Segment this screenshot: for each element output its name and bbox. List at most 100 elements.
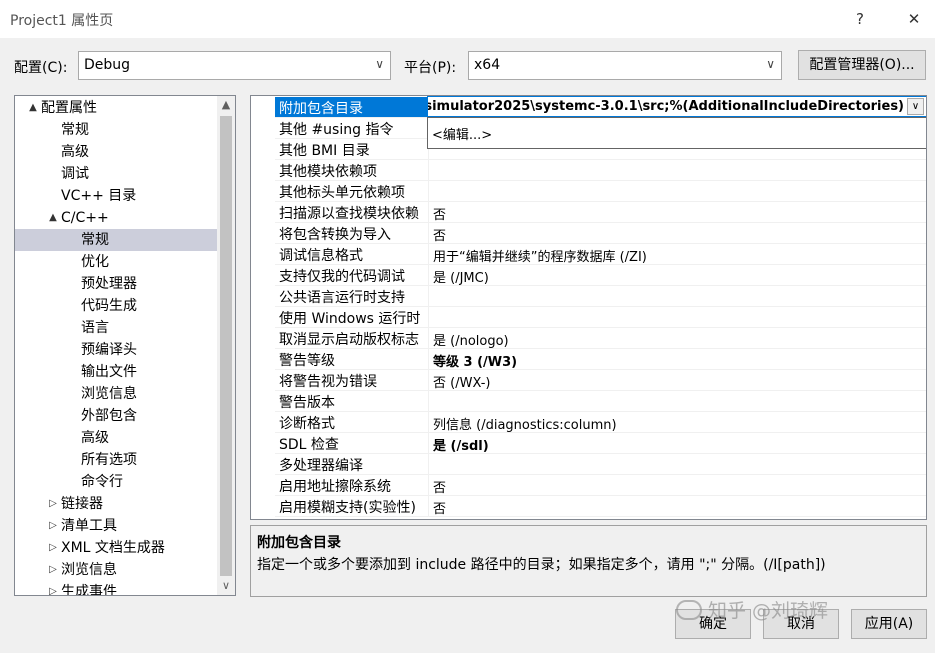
column-divider	[428, 496, 429, 517]
tree-item[interactable]: ▷ 清单工具	[15, 515, 217, 537]
property-row[interactable]: 警告等级 等级 3 (/W3)	[275, 349, 926, 370]
property-grid[interactable]: 附加包含目录 其他 #using 指令 其他 BMI 目录 其他模块依赖项 其他标头单元…	[250, 95, 927, 520]
tree-item[interactable]: ▷ XML 文档生成器	[15, 537, 217, 559]
include-dirs-edit[interactable]: )Csimulator2025\systemc-3.0.1\src;%(Addi…	[427, 96, 926, 117]
config-value: Debug	[84, 57, 131, 73]
tree-item[interactable]: 所有选项	[15, 449, 217, 471]
expand-arrow-icon[interactable]: ▷	[47, 581, 59, 595]
property-row[interactable]: 其他标头单元依赖项	[275, 181, 926, 202]
expand-arrow-icon[interactable]: ▷	[47, 537, 59, 559]
tree-item-label: 预处理器	[81, 276, 137, 292]
tree-item[interactable]: 优化	[15, 251, 217, 273]
scroll-thumb[interactable]	[220, 116, 232, 576]
tree-item[interactable]: 调试	[15, 163, 217, 185]
tree-item[interactable]: 输出文件	[15, 361, 217, 383]
property-name: 启用地址擦除系统	[279, 479, 391, 495]
property-name: 多处理器编译	[279, 458, 363, 474]
tree-item[interactable]: ▷ 链接器	[15, 493, 217, 515]
property-name: 其他标头单元依赖项	[279, 185, 405, 201]
tree-item[interactable]: ▷ 浏览信息	[15, 559, 217, 581]
tree-item-label: 配置属性	[41, 100, 97, 116]
property-row[interactable]: 将警告视为错误 否 (/WX-)	[275, 370, 926, 391]
watermark: 知乎 @刘琦辉	[708, 600, 829, 622]
property-row[interactable]: 其他模块依赖项	[275, 160, 926, 181]
tree-item-label: 高级	[81, 430, 109, 446]
collapse-arrow-icon[interactable]: ▲	[47, 207, 59, 229]
property-name: 附加包含目录	[275, 97, 428, 117]
title-bar: Project1 属性页 ? ✕	[0, 0, 935, 38]
tree-item-label: 常规	[61, 122, 89, 138]
column-divider	[428, 244, 429, 265]
column-divider	[428, 349, 429, 370]
property-row[interactable]: 将包含转换为导入 否	[275, 223, 926, 244]
property-row[interactable]: 启用模糊支持(实验性) 否	[275, 496, 926, 517]
expand-arrow-icon[interactable]: ▷	[47, 515, 59, 537]
property-value: 否 (/WX-)	[433, 376, 491, 391]
property-name: 启用模糊支持(实验性)	[279, 500, 416, 516]
tree-item[interactable]: 高级	[15, 427, 217, 449]
property-row[interactable]: 取消显示启动版权标志是 (/nologo)	[275, 328, 926, 349]
config-select[interactable]: Debug ∨	[78, 51, 391, 80]
tree-item[interactable]: 代码生成	[15, 295, 217, 317]
tree-item[interactable]: 预处理器	[15, 273, 217, 295]
tree-item-label: 常规	[81, 232, 109, 248]
tree-item-label: 外部包含	[81, 408, 137, 424]
property-row[interactable]: 启用地址擦除系统 否	[275, 475, 926, 496]
chevron-down-icon[interactable]: ∨	[907, 98, 924, 115]
tree-item[interactable]: 高级	[15, 141, 217, 163]
property-row[interactable]: 诊断格式 列信息 (/diagnostics:column)	[275, 412, 926, 433]
property-value: 列信息 (/diagnostics:column)	[433, 418, 617, 433]
tree-item-label: 所有选项	[81, 452, 137, 468]
tree-item[interactable]: 预编译头	[15, 339, 217, 361]
tree-item[interactable]: 常规	[15, 229, 217, 251]
property-row[interactable]: 使用 Windows 运行时	[275, 307, 926, 328]
watermark-logo-icon	[676, 600, 702, 620]
tree-item-label: 输出文件	[81, 364, 137, 380]
tree-item-label: 代码生成	[81, 298, 137, 314]
property-name: 使用 Windows 运行时	[279, 311, 421, 327]
property-name: SDL 检查	[279, 437, 339, 453]
column-divider	[428, 223, 429, 244]
scroll-down-icon[interactable]: ∨	[217, 577, 235, 595]
config-manager-button[interactable]: 配置管理器(O)...	[798, 50, 926, 80]
tree-item[interactable]: 语言	[15, 317, 217, 339]
tree-item[interactable]: ▲ C/C++	[15, 207, 217, 229]
property-row[interactable]: 支持仅我的代码调试 是 (/JMC)	[275, 265, 926, 286]
tree-scrollbar[interactable]: ▲ ∨	[217, 96, 235, 595]
column-divider	[428, 202, 429, 223]
property-value: 用于“编辑并继续”的程序数据库 (/ZI)	[433, 250, 647, 265]
apply-button[interactable]: 应用(A)	[851, 609, 927, 639]
category-tree[interactable]: ▲ 配置属性 常规 高级 调试 VC++ 目录 ▲ C/C++ 常规 优化 预处理器 代码生成 语言 预编…	[14, 95, 236, 596]
help-icon[interactable]: ?	[848, 8, 872, 30]
close-icon[interactable]: ✕	[902, 8, 926, 30]
column-divider	[428, 160, 429, 181]
tree-item[interactable]: ▲ 配置属性	[15, 97, 217, 119]
tree-item[interactable]: 常规	[15, 119, 217, 141]
property-value: 等级 3 (/W3)	[433, 355, 518, 370]
tree-item[interactable]: ▷ 生成事件	[15, 581, 217, 595]
property-row[interactable]: 警告版本	[275, 391, 926, 412]
tree-item-label: 高级	[61, 144, 89, 160]
tree-item-label: C/C++	[61, 210, 109, 226]
collapse-arrow-icon[interactable]: ▲	[27, 97, 39, 119]
tree-item[interactable]: 浏览信息	[15, 383, 217, 405]
property-value: 否	[433, 229, 447, 244]
column-divider	[428, 391, 429, 412]
tree-item-label: 调试	[61, 166, 89, 182]
edit-option[interactable]: <编辑...>	[432, 124, 492, 143]
tree-item[interactable]: 命令行	[15, 471, 217, 493]
platform-select[interactable]: x64 ∨	[468, 51, 782, 80]
edit-dropdown: <编辑...>	[427, 117, 926, 149]
property-row[interactable]: 公共语言运行时支持	[275, 286, 926, 307]
tree-item[interactable]: VC++ 目录	[15, 185, 217, 207]
property-row[interactable]: 多处理器编译	[275, 454, 926, 475]
scroll-up-icon[interactable]: ▲	[217, 96, 235, 114]
property-row[interactable]: 调试信息格式 用于“编辑并继续”的程序数据库 (/ZI)	[275, 244, 926, 265]
column-divider	[428, 454, 429, 475]
property-name: 将警告视为错误	[279, 374, 377, 390]
expand-arrow-icon[interactable]: ▷	[47, 493, 59, 515]
property-row[interactable]: 扫描源以查找模块依赖否	[275, 202, 926, 223]
tree-item[interactable]: 外部包含	[15, 405, 217, 427]
expand-arrow-icon[interactable]: ▷	[47, 559, 59, 581]
property-row[interactable]: SDL 检查 是 (/sdl)	[275, 433, 926, 454]
